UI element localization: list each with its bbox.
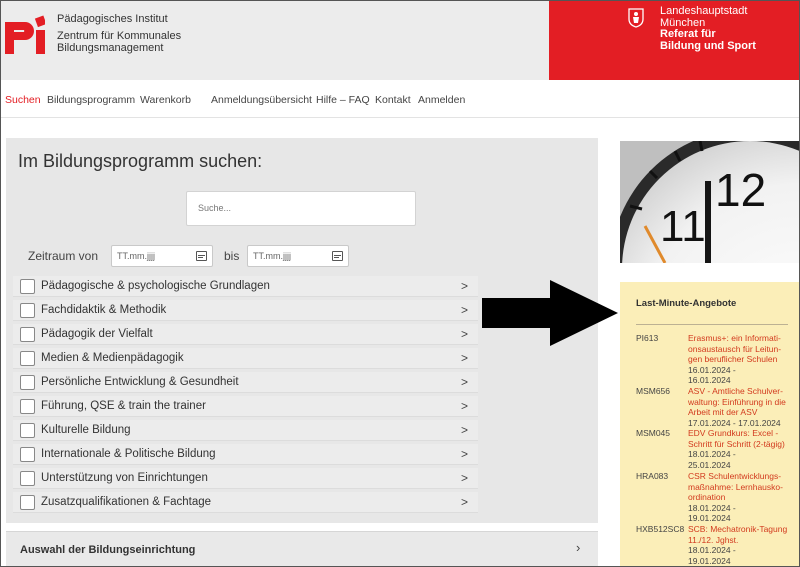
category-checkbox[interactable]	[20, 471, 35, 486]
category-checkbox[interactable]	[20, 279, 35, 294]
city-department-name[interactable]: Landeshauptstadt München Referat für Bil…	[660, 5, 756, 52]
clock-number: 12	[715, 164, 766, 216]
chevron-right-icon[interactable]: >	[461, 351, 468, 365]
nav-anmeldungsuebersicht[interactable]: Anmeldungsübersicht	[211, 94, 312, 106]
offer-dates: 18.01.2024 - 19.01.2024	[688, 502, 736, 524]
nav-bildungsprogramm[interactable]: Bildungsprogramm	[47, 94, 135, 106]
offer-title-link[interactable]: EDV Grundkurs: Excel - Schritt für Schri…	[688, 428, 796, 449]
chevron-right-icon[interactable]: >	[461, 423, 468, 437]
search-title: Im Bildungsprogramm suchen:	[18, 151, 263, 171]
category-item[interactable]: Kulturelle Bildung >	[13, 420, 478, 441]
chevron-right-icon[interactable]: >	[461, 303, 468, 317]
offer-code: HXB512SC8	[636, 524, 685, 534]
divider	[636, 324, 788, 325]
category-label: Medien & Medienpädagogik	[41, 352, 184, 364]
black-arrow-right-icon	[482, 280, 618, 346]
last-minute-title: Last-Minute-Angebote	[636, 298, 737, 309]
search-input[interactable]: Suche...	[186, 191, 416, 226]
nav-hilfe-faq[interactable]: Hilfe – FAQ	[316, 94, 370, 106]
category-label: Pädagogik der Vielfalt	[41, 328, 153, 340]
category-checkbox[interactable]	[20, 399, 35, 414]
nav-kontakt[interactable]: Kontakt	[375, 94, 411, 106]
category-item[interactable]: Pädagogik der Vielfalt >	[13, 324, 478, 345]
category-label: Führung, QSE & train the trainer	[41, 400, 206, 412]
clock-number: 11	[660, 202, 706, 251]
main-navigation: Suchen Bildungsprogramm Warenkorb Anmeld…	[0, 80, 800, 118]
offer-dates: 18.01.2024 - 25.01.2024	[688, 449, 736, 470]
offer-dates: 18.01.2024 - 19.01.2024	[688, 545, 736, 566]
offer-title-link[interactable]: SCB: Mechatronik-Tagung 11./12. Jghst.	[688, 524, 796, 545]
category-item[interactable]: Pädagogische & psychologische Grundlagen…	[13, 276, 478, 297]
chevron-right-icon[interactable]: >	[461, 399, 468, 413]
chevron-right-icon[interactable]: ›	[576, 540, 580, 555]
category-label: Internationale & Politische Bildung	[41, 448, 216, 460]
category-checkbox[interactable]	[20, 447, 35, 462]
category-item[interactable]: Unterstützung von Einrichtungen >	[13, 468, 478, 489]
chevron-right-icon[interactable]: >	[461, 447, 468, 461]
auswahl-label: Auswahl der Bildungseinrichtung	[20, 544, 196, 556]
calendar-icon[interactable]	[332, 251, 343, 261]
category-checkbox[interactable]	[20, 303, 35, 318]
institute-name: Pädagogisches Institut Zentrum für Kommu…	[57, 13, 182, 54]
category-label: Persönliche Entwicklung & Gesundheit	[41, 376, 239, 388]
category-item[interactable]: Medien & Medienpädagogik >	[13, 348, 478, 369]
bis-label: bis	[224, 249, 240, 263]
bildungseinrichtung-selector[interactable]: Auswahl der Bildungseinrichtung ›	[6, 531, 598, 567]
category-item[interactable]: Zusatzqualifikationen & Fachtage >	[13, 492, 478, 513]
chevron-right-icon[interactable]: >	[461, 327, 468, 341]
offer-dates: 16.01.2024 - 16.01.2024	[688, 364, 736, 386]
nav-suchen[interactable]: Suchen	[5, 94, 41, 106]
offer-title-link[interactable]: CSR Schulentwicklungs- maßnahme: Lernhau…	[688, 471, 796, 503]
zeitraum-label: Zeitraum von	[28, 249, 99, 263]
offer-title-link[interactable]: ASV - Amtliche Schulver- waltung: Einfüh…	[688, 386, 796, 418]
offer-title-link[interactable]: Erasmus+: ein Informati- onsaustausch fü…	[688, 333, 796, 365]
chevron-right-icon[interactable]: >	[461, 495, 468, 509]
category-checkbox[interactable]	[20, 495, 35, 510]
category-label: Unterstützung von Einrichtungen	[41, 472, 208, 484]
category-item[interactable]: Internationale & Politische Bildung >	[13, 444, 478, 465]
offer-code: MSM045	[636, 428, 671, 438]
category-label: Zusatzqualifikationen & Fachtage	[41, 496, 212, 508]
date-from-field[interactable]: TT.mm.jjjj	[111, 245, 213, 267]
category-checkbox[interactable]	[20, 423, 35, 438]
chevron-right-icon[interactable]: >	[461, 375, 468, 389]
munich-crest-icon[interactable]	[628, 8, 644, 28]
category-checkbox[interactable]	[20, 375, 35, 390]
last-minute-panel: Last-Minute-Angebote PI613 Erasmus+: ein…	[620, 282, 800, 567]
calendar-icon[interactable]	[196, 251, 207, 261]
category-label: Fachdidaktik & Methodik	[41, 304, 167, 316]
chevron-right-icon[interactable]: >	[461, 471, 468, 485]
nav-anmelden[interactable]: Anmelden	[418, 94, 465, 106]
pi-logo-icon[interactable]	[5, 14, 45, 54]
offer-code: PI613	[636, 333, 659, 343]
offer-dates: 17.01.2024 - 17.01.2024	[688, 417, 781, 428]
category-checkbox[interactable]	[20, 351, 35, 366]
offer-code: MSM656	[636, 386, 671, 396]
category-checkbox[interactable]	[20, 327, 35, 342]
nav-warenkorb[interactable]: Warenkorb	[140, 94, 191, 106]
chevron-right-icon[interactable]: >	[461, 279, 468, 293]
category-label: Pädagogische & psychologische Grundlagen	[41, 280, 270, 292]
category-item[interactable]: Persönliche Entwicklung & Gesundheit >	[13, 372, 478, 393]
category-item[interactable]: Führung, QSE & train the trainer >	[13, 396, 478, 417]
site-header: Pädagogisches Institut Zentrum für Kommu…	[0, 0, 800, 80]
offer-code: HRA083	[636, 471, 669, 481]
date-to-field[interactable]: TT.mm.jjjj	[247, 245, 349, 267]
clock-photo: 12 11	[620, 141, 800, 263]
category-label: Kulturelle Bildung	[41, 424, 131, 436]
category-item[interactable]: Fachdidaktik & Methodik >	[13, 300, 478, 321]
